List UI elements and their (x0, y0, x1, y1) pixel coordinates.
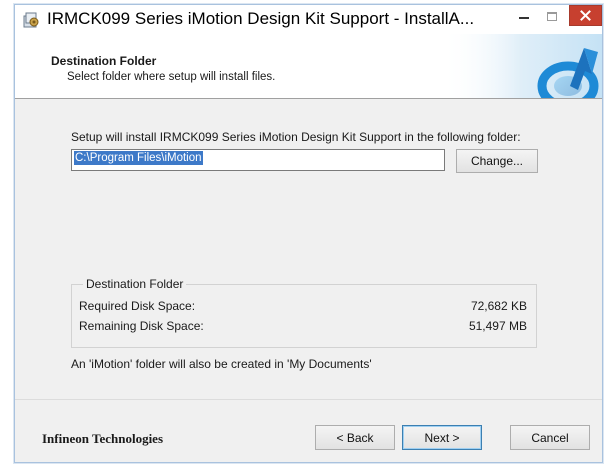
minimize-icon (519, 17, 529, 19)
company-label: Infineon Technologies (42, 431, 164, 446)
close-icon (580, 10, 591, 21)
next-button[interactable]: Next > (402, 425, 482, 450)
window-title: IRMCK099 Series iMotion Design Kit Suppo… (47, 9, 475, 28)
header-banner: Destination Folder Select folder where s… (15, 34, 602, 99)
install-location-text: Setup will install IRMCK099 Series iMoti… (71, 130, 521, 144)
disk-space-group (71, 284, 537, 348)
change-button[interactable]: Change... (456, 149, 538, 173)
remaining-space-label: Remaining Disk Space: (79, 319, 204, 333)
documents-folder-note: An 'iMotion' folder will also be created… (71, 357, 372, 371)
close-button[interactable] (569, 5, 602, 26)
installer-window: IRMCK099 Series iMotion Design Kit Suppo… (14, 4, 603, 463)
minimize-button[interactable] (511, 5, 537, 27)
remaining-space-value: 51,497 MB (468, 319, 527, 333)
back-button[interactable]: < Back (315, 425, 395, 450)
installer-icon (23, 12, 39, 28)
page-subtitle: Select folder where setup will install f… (67, 71, 276, 83)
destination-path-input[interactable]: C:\Program Files\iMotion (71, 149, 445, 171)
cancel-button[interactable]: Cancel (510, 425, 590, 450)
footer: Infineon Technologies < Back Next > Canc… (15, 399, 602, 464)
main-content: Setup will install IRMCK099 Series iMoti… (15, 99, 602, 399)
install-arrow-icon (442, 34, 602, 98)
maximize-icon (547, 11, 557, 21)
maximize-button[interactable] (539, 5, 565, 27)
title-bar[interactable]: IRMCK099 Series iMotion Design Kit Suppo… (15, 5, 602, 34)
required-space-value: 72,682 KB (470, 299, 527, 313)
required-space-label: Required Disk Space: (79, 299, 196, 313)
disk-space-group-title: Destination Folder (83, 277, 187, 291)
page-title: Destination Folder (51, 54, 157, 68)
destination-path-value: C:\Program Files\iMotion (74, 151, 203, 165)
